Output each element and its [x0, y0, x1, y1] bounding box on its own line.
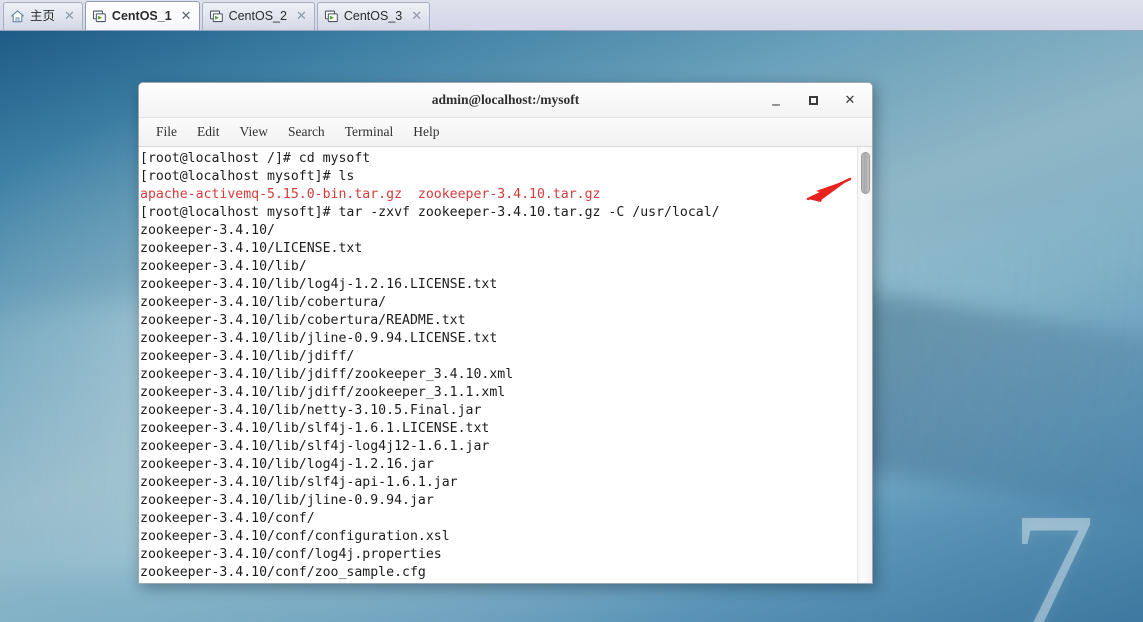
window-controls: _ ✕: [768, 83, 864, 118]
maximize-icon[interactable]: [805, 93, 821, 109]
terminal-line: [root@localhost mysoft]# tar -zxvf zooke…: [140, 205, 720, 220]
tab-label: CentOS_2: [228, 9, 287, 24]
terminal-window: admin@localhost:/mysoft _ ✕ File Edit Vi…: [138, 82, 873, 584]
terminal-line: [root@localhost mysoft]# ls: [140, 169, 355, 184]
menu-search[interactable]: Search: [279, 121, 334, 143]
terminal-scrollbar[interactable]: [857, 147, 872, 583]
tab-home[interactable]: 主页 ✕: [3, 2, 83, 30]
terminal-line: zookeeper-3.4.10/lib/log4j-1.2.16.LICENS…: [140, 277, 498, 292]
terminal-line: zookeeper-3.4.10/lib/cobertura/: [140, 295, 387, 310]
terminal-line: zookeeper-3.4.10/lib/jdiff/zookeeper_3.4…: [140, 367, 514, 382]
tab-close-icon[interactable]: ✕: [411, 10, 422, 23]
menu-edit[interactable]: Edit: [188, 121, 229, 143]
maximize-square: [808, 96, 818, 105]
terminal-output-area[interactable]: [root@localhost /]# cd mysoft [root@local…: [139, 147, 872, 583]
terminal-line: [root@localhost /]# cd mysoft: [140, 151, 371, 166]
menu-view[interactable]: View: [231, 121, 277, 143]
terminal-line: zookeeper-3.4.10/LICENSE.txt: [140, 241, 363, 256]
tab-label: CentOS_3: [343, 9, 403, 24]
terminal-line: zookeeper-3.4.10/lib/jline-0.9.94.LICENS…: [140, 331, 498, 346]
terminal-menubar: File Edit View Search Terminal Help: [139, 118, 872, 147]
window-title: admin@localhost:/mysoft: [431, 92, 580, 107]
tab-close-icon[interactable]: ✕: [181, 10, 192, 23]
computer-icon: [92, 9, 107, 24]
terminal-text: [root@localhost /]# cd mysoft [root@local…: [140, 150, 850, 582]
tab-bar: 主页 ✕ CentOS_1 ✕ CentOS_2 ✕ CentOS_3 ✕: [0, 0, 1143, 31]
tab-close-icon[interactable]: ✕: [64, 10, 75, 23]
terminal-line: zookeeper-3.4.10/lib/: [140, 259, 307, 274]
terminal-titlebar[interactable]: admin@localhost:/mysoft _ ✕: [139, 83, 872, 118]
terminal-line: zookeeper-3.4.10/lib/netty-3.10.5.Final.…: [140, 403, 482, 418]
terminal-line: zookeeper-3.4.10/lib/slf4j-api-1.6.1.jar: [140, 475, 458, 490]
tab-close-icon[interactable]: ✕: [296, 10, 307, 23]
terminal-line: zookeeper-3.4.10/: [140, 223, 275, 238]
tab-centos-3[interactable]: CentOS_3 ✕: [316, 2, 431, 30]
minimize-icon[interactable]: _: [768, 88, 784, 109]
menu-file[interactable]: File: [147, 121, 186, 143]
terminal-line: zookeeper-3.4.10/lib/slf4j-1.6.1.LICENSE…: [140, 421, 490, 436]
menu-terminal[interactable]: Terminal: [336, 121, 403, 143]
terminal-line: zookeeper-3.4.10/conf/log4j.properties: [140, 547, 442, 562]
terminal-line: zookeeper-3.4.10/lib/jline-0.9.94.jar: [140, 493, 434, 508]
menu-help[interactable]: Help: [404, 121, 448, 143]
terminal-line: zookeeper-3.4.10/lib/jdiff/zookeeper_3.1…: [140, 385, 506, 400]
tab-label: CentOS_1: [111, 8, 172, 23]
tab-centos-2[interactable]: CentOS_2 ✕: [201, 2, 315, 30]
computer-icon: [324, 9, 339, 24]
home-icon: [10, 9, 25, 24]
windows-7-watermark: 7: [1011, 479, 1095, 622]
terminal-line: zookeeper-3.4.10/conf/configuration.xsl: [140, 529, 450, 544]
terminal-line: zookeeper-3.4.10/lib/jdiff/: [140, 349, 355, 364]
terminal-line: zookeeper-3.4.10/lib/slf4j-log4j12-1.6.1…: [140, 439, 490, 454]
terminal-line: zookeeper-3.4.10/conf/zoo_sample.cfg: [140, 565, 426, 580]
computer-icon: [209, 9, 224, 24]
terminal-line: apache-activemq-5.15.0-bin.tar.gz zookee…: [140, 187, 601, 202]
tab-centos-1[interactable]: CentOS_1 ✕: [84, 1, 200, 30]
terminal-line: zookeeper-3.4.10/lib/log4j-1.2.16.jar: [140, 457, 434, 472]
terminal-line: zookeeper-3.4.10/lib/cobertura/README.tx…: [140, 313, 466, 328]
close-icon[interactable]: ✕: [842, 93, 858, 109]
scrollbar-thumb[interactable]: [861, 152, 870, 194]
tab-label: 主页: [30, 9, 56, 24]
terminal-line: zookeeper-3.4.10/conf/: [140, 511, 315, 526]
